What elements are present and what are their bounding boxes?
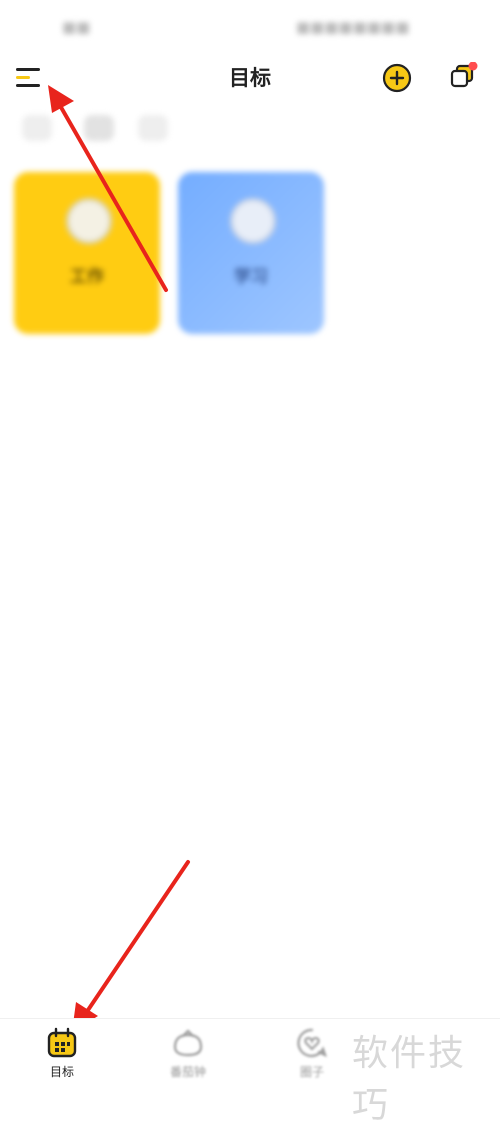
tab-label: 圈子: [299, 1065, 324, 1079]
annotation-arrows: [48, 85, 190, 1032]
tab-circle[interactable]: 圈子: [262, 1027, 362, 1083]
filter-chip-2[interactable]: [84, 115, 114, 141]
status-bar: ■■ ■■■■■■■■: [0, 0, 500, 56]
tomato-icon: [173, 1029, 203, 1057]
goal-card-study[interactable]: 学习: [178, 172, 324, 334]
arrow-to-tab: [82, 860, 190, 1018]
page-title: 目标: [229, 66, 271, 90]
stacked-cards-icon: [450, 61, 478, 88]
filter-chip-3[interactable]: [138, 115, 168, 141]
calendar-icon: [47, 1027, 77, 1058]
tab-goals[interactable]: 目标: [12, 1027, 112, 1083]
tab-label: 番茄钟: [169, 1065, 206, 1079]
filter-chip-1[interactable]: [22, 115, 52, 141]
circle-heart-icon: [297, 1028, 327, 1058]
watermark-text: 软件技巧: [352, 1033, 467, 1126]
switch-view-button[interactable]: [448, 61, 478, 92]
goal-card-name: 工作: [70, 267, 104, 287]
check-icon: [230, 198, 276, 244]
goal-card-name: 学习: [234, 267, 268, 287]
app-header: 目标: [0, 56, 500, 100]
add-goal-button[interactable]: [382, 63, 412, 93]
check-icon: [66, 198, 112, 244]
status-time: ■■: [62, 18, 91, 36]
plus-circle-icon: [382, 63, 412, 93]
goal-card-work[interactable]: 工作: [14, 172, 160, 334]
tab-pomodoro[interactable]: 番茄钟: [138, 1027, 238, 1083]
status-icons: ■■■■■■■■: [296, 18, 410, 36]
tab-label: 目标: [49, 1065, 74, 1079]
